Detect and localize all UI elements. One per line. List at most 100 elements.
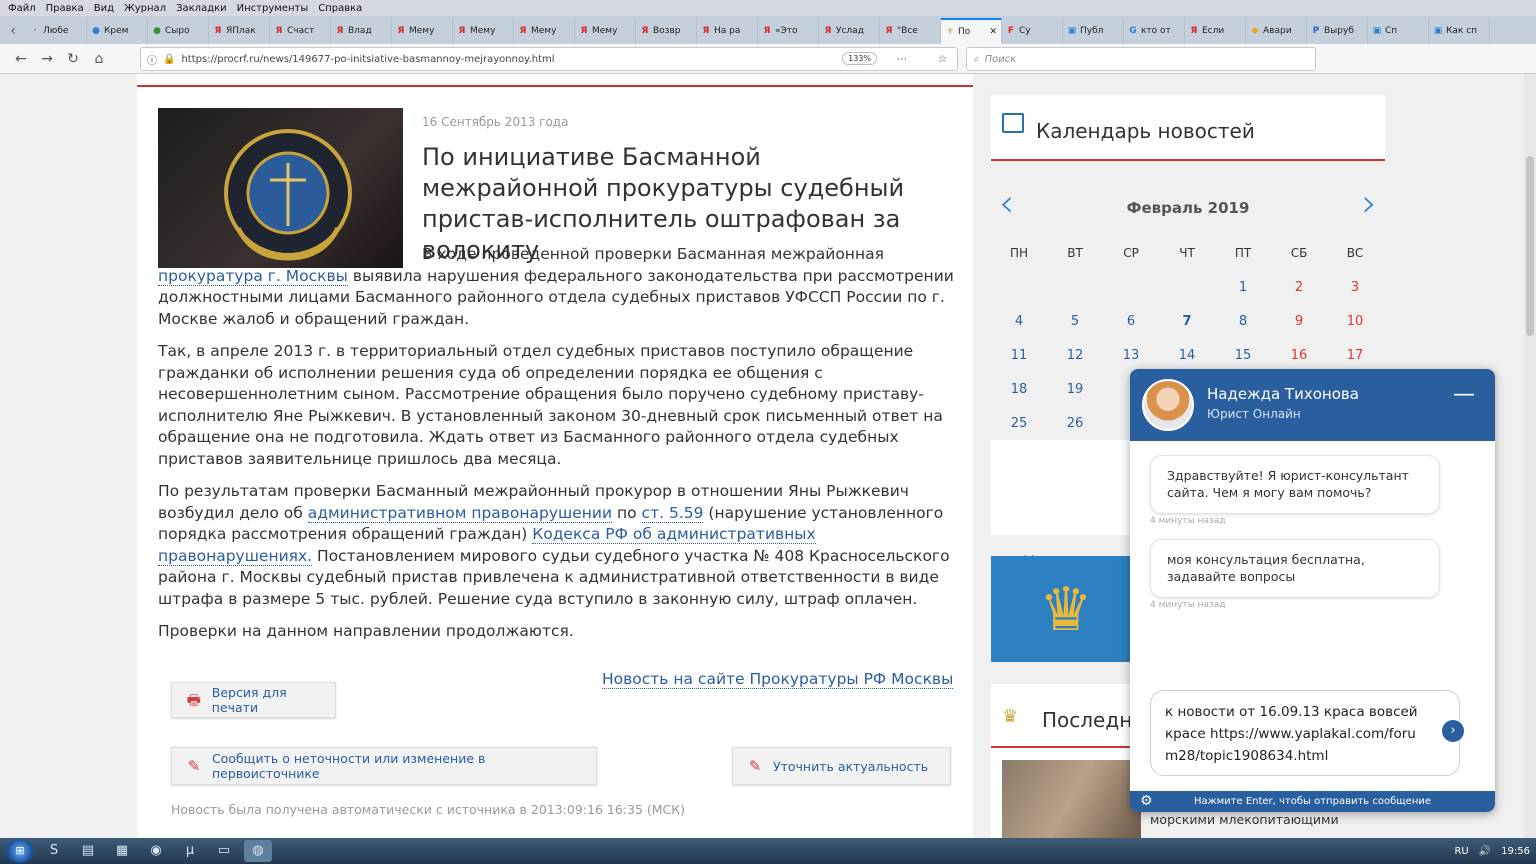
browser-tab[interactable]: ⚜ По ✕ <box>941 18 1002 44</box>
latest-news-caption[interactable]: морскими млекопитающими <box>1150 812 1339 827</box>
browser-tab[interactable]: Я Мему <box>575 18 636 44</box>
article-5-59-link[interactable]: ст. 5.59 <box>641 503 704 523</box>
calendar-day[interactable]: 17 <box>1327 348 1383 363</box>
calendar-day[interactable]: 4 <box>991 314 1047 329</box>
calendar-day[interactable]: 13 <box>1103 348 1159 363</box>
menu-item[interactable]: Закладки <box>176 3 227 14</box>
emblem-banner[interactable]: ♛ <box>991 556 1141 662</box>
calendar-day[interactable]: 11 <box>991 348 1047 363</box>
info-icon[interactable]: ⓘ <box>147 52 157 67</box>
minimize-icon[interactable]: — <box>1453 382 1475 407</box>
clarify-relevance-button[interactable]: ✎ Уточнить актуальность <box>732 747 951 785</box>
page-actions-icon[interactable]: ⋯ <box>897 54 907 65</box>
menu-item[interactable]: Файл <box>8 3 36 14</box>
menu-item[interactable]: Журнал <box>124 3 166 14</box>
page-viewport: 16 Сентябрь 2013 года По инициативе Басм… <box>0 74 1536 838</box>
menu-item[interactable]: Вид <box>94 3 114 14</box>
browser-tab[interactable]: Я Мему <box>453 18 514 44</box>
clock[interactable]: 19:56 <box>1501 846 1530 857</box>
search-field[interactable]: ⌕ Поиск <box>966 47 1316 71</box>
calendar-day[interactable]: 18 <box>991 382 1047 397</box>
report-inaccuracy-button[interactable]: ✎ Сообщить о неточности или изменение в … <box>171 747 597 785</box>
zoom-badge[interactable]: 133% <box>842 52 877 65</box>
menu-item[interactable]: Справка <box>318 3 362 14</box>
chat-agent-role: Юрист Онлайн <box>1207 407 1301 421</box>
calendar-day[interactable]: 19 <box>1047 382 1103 397</box>
browser-tab[interactable]: Я На ра <box>697 18 758 44</box>
browser-tab[interactable]: Я Услад <box>819 18 880 44</box>
browser-tab[interactable]: · Любе <box>26 18 87 44</box>
browser-tab[interactable]: Я ЯПлак <box>209 18 270 44</box>
browser-tab[interactable]: Я Влад <box>331 18 392 44</box>
volume-icon[interactable]: 🔊 <box>1479 846 1491 857</box>
torrent-icon[interactable]: µ <box>176 840 204 862</box>
menu-item[interactable]: Правка <box>46 3 84 14</box>
edit-icon: ✎ <box>187 757 201 775</box>
browser-tab[interactable]: Gкто от <box>1124 18 1185 44</box>
prosecutor-link[interactable]: прокуратура г. Москвы <box>158 266 348 286</box>
url-text[interactable]: https://procrf.ru/news/149677-po-initsia… <box>181 54 554 65</box>
calendar-day[interactable]: 26 <box>1047 416 1103 431</box>
browser-tab[interactable]: ▣ Сп <box>1368 18 1429 44</box>
browser-tab[interactable]: Я «Это <box>758 18 819 44</box>
calendar-day[interactable]: 6 <box>1103 314 1159 329</box>
calendar-day[interactable]: 2 <box>1271 280 1327 295</box>
bookmark-star-icon[interactable]: ☆ <box>938 54 947 65</box>
browser-tab[interactable]: P Выруб <box>1307 18 1368 44</box>
scrollbar-thumb[interactable] <box>1526 156 1534 336</box>
browser-tab[interactable]: Я Счаст <box>270 18 331 44</box>
source-link[interactable]: Новость на сайте Прокуратуры РФ Москвы <box>602 670 954 689</box>
skype-icon[interactable]: S <box>40 840 68 862</box>
notepad-icon[interactable]: ▤ <box>74 840 102 862</box>
page-scrollbar[interactable] <box>1524 74 1536 838</box>
browser-tab[interactable]: F Су <box>1002 18 1063 44</box>
browser-tab[interactable]: ● Сыро <box>148 18 209 44</box>
home-icon[interactable]: ⌂ <box>86 51 112 67</box>
browser-tab[interactable]: Я Мему <box>514 18 575 44</box>
gear-icon[interactable]: ⚙ <box>1140 791 1153 812</box>
back-icon[interactable]: ← <box>8 51 34 67</box>
calendar-day[interactable]: 16 <box>1271 348 1327 363</box>
menu-item[interactable]: Инструменты <box>237 3 309 14</box>
latest-news-image[interactable] <box>1002 760 1141 838</box>
browser-tab[interactable]: ▣ Как сп <box>1429 18 1490 44</box>
browser-tab[interactable]: ● Крем <box>87 18 148 44</box>
browser-tab[interactable]: Я Если <box>1185 18 1246 44</box>
paragraph-1-text: В ходе проведенной проверки Басманная ме… <box>422 245 884 263</box>
print-button[interactable]: 🖶 Версия для печати <box>171 682 336 718</box>
calendar-day[interactable]: 7 <box>1159 314 1215 329</box>
firefox-icon[interactable]: ◍ <box>244 840 272 862</box>
calendar-day[interactable]: 15 <box>1215 348 1271 363</box>
folder-icon[interactable]: ▭ <box>210 840 238 862</box>
next-month-icon[interactable]: › <box>1362 181 1377 225</box>
url-bar[interactable]: ⓘ 🔒 https://procrf.ru/news/149677-po-ini… <box>140 47 958 71</box>
admin-offense-link[interactable]: административном правонарушении <box>307 503 613 523</box>
calendar-day[interactable]: 10 <box>1327 314 1383 329</box>
calendar-day[interactable]: 8 <box>1215 314 1271 329</box>
browser-tab[interactable]: Я Мему <box>392 18 453 44</box>
chat-input[interactable]: к новости от 16.09.13 краса вовсей красе… <box>1150 690 1460 776</box>
tabs-scroll-left-icon[interactable]: ‹ <box>0 18 26 44</box>
calendar-day[interactable]: 14 <box>1159 348 1215 363</box>
browser-tab[interactable]: ◆ Авари <box>1246 18 1307 44</box>
reload-icon[interactable]: ↻ <box>60 51 86 67</box>
calendar-day[interactable]: 5 <box>1047 314 1103 329</box>
language-indicator[interactable]: RU <box>1454 846 1468 857</box>
tab-favicon-icon: ▣ <box>1372 26 1382 36</box>
send-icon[interactable]: › <box>1442 720 1464 742</box>
calendar-day[interactable]: 12 <box>1047 348 1103 363</box>
calendar-day[interactable]: 9 <box>1271 314 1327 329</box>
browser-tab[interactable]: Я Возвр <box>636 18 697 44</box>
week-row: 4 5 6 7 8 9 10 <box>991 304 1385 338</box>
close-tab-icon[interactable]: ✕ <box>989 27 997 37</box>
calendar-day[interactable]: 3 <box>1327 280 1383 295</box>
paragraph-3-text-2: по <box>612 503 642 522</box>
calendar-day[interactable]: 25 <box>991 416 1047 431</box>
calendar-day[interactable]: 1 <box>1215 280 1271 295</box>
media-icon[interactable]: ◉ <box>142 840 170 862</box>
forward-icon[interactable]: → <box>34 51 60 67</box>
browser-tab[interactable]: Я "Все <box>880 18 941 44</box>
film-icon[interactable]: ▦ <box>108 840 136 862</box>
browser-tab[interactable]: ▣ Публ <box>1063 18 1124 44</box>
start-button[interactable]: ⊞ <box>6 839 34 863</box>
